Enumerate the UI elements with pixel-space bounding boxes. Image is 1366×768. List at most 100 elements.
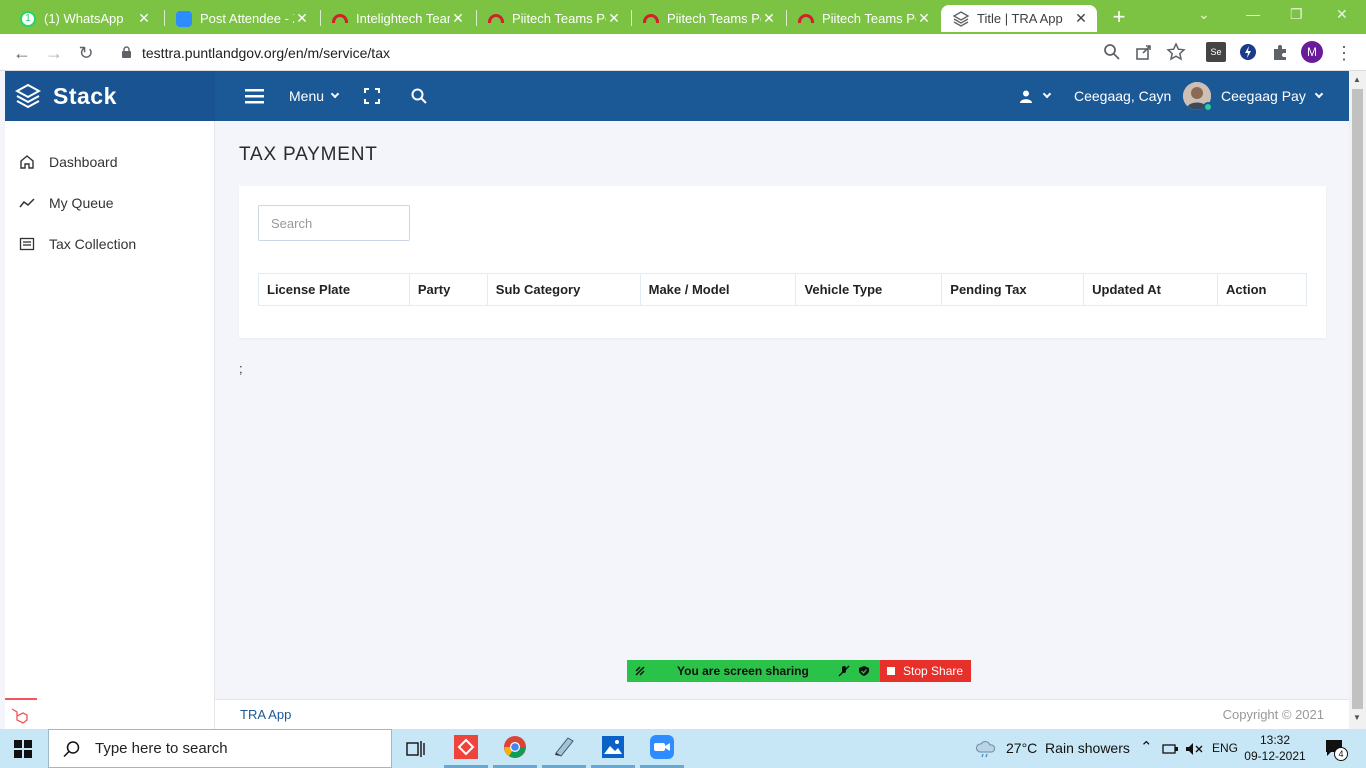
minimize-icon[interactable]: —	[1246, 6, 1260, 22]
network-icon[interactable]	[1162, 742, 1180, 756]
user-icon	[1020, 90, 1032, 103]
column-header-pending-tax[interactable]: Pending Tax	[941, 273, 1085, 306]
address-bar[interactable]: testtra.puntlandgov.org/en/m/service/tax	[110, 38, 1194, 67]
browser-tab-strip: 1 (1) WhatsApp ✕ Post Attendee - Z ✕ Int…	[0, 0, 1366, 34]
shield-icon[interactable]	[858, 665, 870, 677]
tab-piitech-3[interactable]: Piitech Teams Po ✕	[786, 5, 940, 32]
zoom-magnifier-icon[interactable]	[1102, 42, 1122, 62]
close-tab-icon[interactable]: ✕	[916, 10, 932, 27]
avatar	[1183, 82, 1213, 112]
tab-piitech-2[interactable]: Piitech Teams Po ✕	[631, 5, 785, 32]
taskbar-clock[interactable]: 13:32 09-12-2021	[1240, 732, 1310, 764]
column-header-sub-category[interactable]: Sub Category	[486, 273, 641, 306]
sidebar-item-my-queue[interactable]: My Queue	[5, 185, 215, 221]
share-status[interactable]: You are screen sharing	[627, 660, 880, 682]
close-tab-icon[interactable]: ✕	[136, 10, 152, 27]
sidebar-item-label: Dashboard	[49, 154, 118, 170]
stop-share-button[interactable]: Stop Share	[880, 660, 971, 682]
hamburger-menu-icon[interactable]	[245, 71, 264, 121]
language-indicator[interactable]: ENG	[1212, 741, 1238, 755]
tray-chevron-up-icon[interactable]: ⌃	[1140, 738, 1153, 756]
arc-logo-icon	[798, 14, 814, 23]
search-input[interactable]	[258, 205, 410, 241]
tab-piitech-1[interactable]: Piitech Teams Po ✕	[476, 5, 630, 32]
tab-intelightech[interactable]: Intelightech Team ✕	[320, 5, 474, 32]
column-header-license-plate[interactable]: License Plate	[258, 273, 410, 306]
extensions-puzzle-icon[interactable]	[1270, 42, 1290, 62]
tab-title: Piitech Teams Po	[667, 11, 761, 26]
user-short-name[interactable]: Ceegaag, Cayn	[1074, 71, 1171, 121]
scroll-down-icon[interactable]: ▼	[1353, 713, 1361, 722]
search-icon	[63, 740, 80, 757]
browser-toolbar: ← → ↻ testtra.puntlandgov.org/en/m/servi…	[0, 34, 1366, 71]
scroll-up-icon[interactable]: ▲	[1353, 75, 1361, 84]
sidebar-item-tax-collection[interactable]: Tax Collection	[5, 226, 215, 262]
selenium-extension-icon[interactable]: Se	[1206, 42, 1226, 62]
weather-text[interactable]: 27°C Rain showers	[1006, 740, 1130, 756]
task-view-icon[interactable]	[394, 729, 438, 768]
windows-start-icon[interactable]	[14, 740, 32, 758]
tax-table: License Plate Party Sub Category Make / …	[258, 273, 1307, 306]
tab-whatsapp[interactable]: 1 (1) WhatsApp ✕	[8, 5, 160, 32]
sidebar: Dashboard My Queue Tax Collection	[5, 121, 215, 729]
notification-center-icon[interactable]: 4	[1325, 739, 1348, 761]
close-tab-icon[interactable]: ✕	[761, 10, 777, 27]
share-icon[interactable]	[1134, 42, 1154, 62]
tab-title: Intelightech Team	[356, 11, 450, 26]
account-dropdown[interactable]: Ceegaag Pay	[1183, 71, 1324, 121]
column-header-vehicle-type[interactable]: Vehicle Type	[795, 273, 943, 306]
stack-logo-icon	[953, 10, 969, 27]
close-window-icon[interactable]: ✕	[1336, 6, 1348, 23]
tax-payment-card: License Plate Party Sub Category Make / …	[239, 186, 1326, 338]
column-header-make-model[interactable]: Make / Model	[639, 273, 797, 306]
anydesk-icon[interactable]	[444, 729, 488, 768]
bolt-extension-icon[interactable]	[1238, 42, 1258, 62]
close-tab-icon[interactable]: ✕	[606, 10, 622, 27]
close-tab-icon[interactable]: ✕	[1073, 10, 1089, 27]
bookmark-star-icon[interactable]	[1166, 42, 1186, 62]
tab-search-icon[interactable]: ⌄	[1198, 6, 1210, 23]
photos-icon[interactable]	[591, 729, 635, 768]
taskbar-search[interactable]: Type here to search	[48, 729, 392, 768]
weather-cloud-icon[interactable]	[975, 740, 997, 758]
column-header-party[interactable]: Party	[408, 273, 488, 306]
menu-dropdown[interactable]: Menu	[289, 71, 340, 121]
profile-avatar[interactable]: M	[1301, 41, 1323, 63]
notepad-icon[interactable]	[542, 729, 586, 768]
stop-icon	[887, 667, 895, 675]
speaker-muted-icon[interactable]	[1185, 742, 1203, 756]
kebab-menu-icon[interactable]: ⋮	[1332, 41, 1356, 65]
tab-title: Title | TRA App	[977, 11, 1063, 26]
close-tab-icon[interactable]: ✕	[294, 10, 310, 27]
user-menu-dropdown[interactable]	[1020, 71, 1052, 121]
user-name: Ceegaag Pay	[1221, 88, 1306, 104]
fullscreen-icon[interactable]	[364, 71, 380, 121]
brand[interactable]: Stack	[5, 71, 215, 121]
mute-icon[interactable]	[838, 665, 850, 677]
restore-icon[interactable]: ❐	[1290, 6, 1303, 23]
brand-name: Stack	[53, 82, 117, 109]
footer-app-link[interactable]: TRA App	[240, 707, 291, 722]
back-icon[interactable]: ←	[10, 41, 34, 65]
laravel-icon	[5, 698, 37, 728]
forward-icon[interactable]: →	[42, 41, 66, 65]
tab-tra-app[interactable]: Title | TRA App ✕	[941, 5, 1097, 32]
search-icon[interactable]	[411, 71, 427, 121]
sidebar-item-dashboard[interactable]: Dashboard	[5, 144, 215, 180]
chrome-icon[interactable]	[493, 729, 537, 768]
zoom-app-icon[interactable]	[640, 729, 684, 768]
page-scrollbar[interactable]: ▲ ▼	[1349, 71, 1366, 729]
close-tab-icon[interactable]: ✕	[450, 10, 466, 27]
page-title: TAX PAYMENT	[239, 144, 378, 165]
column-header-updated-at[interactable]: Updated At	[1083, 273, 1219, 306]
drag-handle-icon[interactable]	[634, 665, 646, 677]
new-tab-button[interactable]: +	[1108, 6, 1130, 28]
tab-zoom[interactable]: Post Attendee - Z ✕	[164, 5, 318, 32]
footer: TRA App Copyright © 2021	[215, 699, 1349, 729]
reload-icon[interactable]: ↻	[74, 41, 98, 65]
sidebar-item-label: Tax Collection	[49, 236, 137, 252]
clock-date: 09-12-2021	[1244, 749, 1306, 763]
scrollbar-thumb[interactable]	[1352, 89, 1363, 709]
stack-logo-icon	[15, 83, 41, 109]
table-header-row: License Plate Party Sub Category Make / …	[258, 273, 1307, 306]
